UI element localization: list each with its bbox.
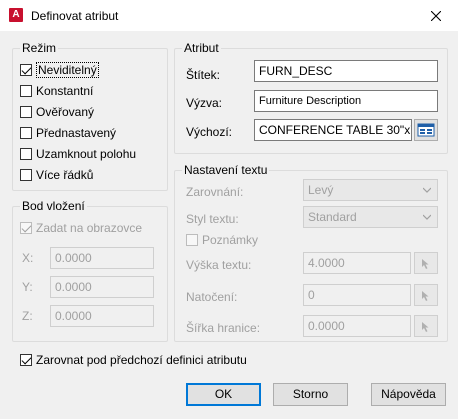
z-label: Z: [22, 309, 33, 323]
checkbox-box[interactable] [20, 127, 32, 139]
mode-legend: Režim [20, 41, 59, 55]
checkbox-box[interactable] [20, 85, 32, 97]
checkbox-box[interactable] [20, 64, 32, 76]
checkbox-box[interactable] [20, 148, 32, 160]
pick-boundary-width-button[interactable] [414, 315, 438, 337]
pick-rotation-button[interactable] [414, 284, 438, 306]
insert-field-icon [417, 123, 435, 137]
checkbox-box[interactable] [20, 354, 32, 366]
help-button[interactable]: Nápověda [371, 383, 446, 406]
chevron-down-icon [423, 187, 431, 193]
prompt-label: Výzva: [186, 96, 223, 110]
checkbox-box[interactable] [20, 169, 32, 181]
specify-on-screen-label: Zadat na obrazovce [36, 221, 143, 235]
close-icon [431, 10, 441, 21]
justification-label: Zarovnání: [186, 185, 244, 199]
checkbox-box[interactable] [186, 234, 198, 246]
constant-checkbox[interactable]: Konstantní [20, 83, 93, 99]
lock-position-label: Uzamknout polohu [36, 147, 137, 161]
pick-point-icon [422, 259, 429, 269]
default-field[interactable]: CONFERENCE TABLE 30"x72" [254, 119, 412, 141]
y-label: Y: [22, 280, 33, 294]
text-style-dropdown[interactable]: Standard [303, 206, 438, 228]
lock-position-checkbox[interactable]: Uzamknout polohu [20, 146, 136, 162]
insertion-point-legend: Bod vložení [20, 199, 87, 213]
insert-field-button[interactable] [414, 119, 438, 141]
justification-value: Levý [308, 183, 334, 197]
x-field[interactable]: 0.0000 [50, 247, 154, 269]
title-bar: A Definovat atribut [0, 0, 458, 31]
constant-label: Konstantní [36, 84, 94, 98]
chevron-down-icon [423, 214, 431, 220]
ok-button[interactable]: OK [186, 383, 261, 406]
align-below-label: Zarovnat pod předchozí definici atributu [36, 353, 247, 367]
close-button[interactable] [414, 0, 458, 31]
text-settings-legend: Nastavení textu [182, 163, 270, 177]
tag-field[interactable]: FURN_DESC [254, 60, 438, 82]
y-field[interactable]: 0.0000 [50, 276, 154, 298]
rotation-label: Natočení: [186, 290, 238, 304]
text-style-value: Standard [308, 210, 357, 224]
preset-checkbox[interactable]: Přednastavený [20, 125, 116, 141]
dialog-title: Definovat atribut [31, 9, 119, 23]
align-below-checkbox[interactable]: Zarovnat pod předchozí definici atributu [20, 352, 247, 368]
multiple-lines-checkbox[interactable]: Více řádků [20, 167, 93, 183]
invisible-label: Neviditelný [36, 62, 99, 78]
justification-dropdown[interactable]: Levý [303, 179, 438, 201]
boundary-width-field[interactable]: 0.0000 [303, 315, 411, 337]
cancel-button[interactable]: Storno [273, 383, 348, 406]
invisible-checkbox[interactable]: Neviditelný [20, 62, 99, 78]
annotative-checkbox[interactable]: Poznámky [186, 232, 258, 248]
checkbox-box[interactable] [20, 222, 32, 234]
specify-on-screen-checkbox[interactable]: Zadat na obrazovce [20, 220, 142, 236]
verify-label: Ověřovaný [36, 105, 95, 119]
x-label: X: [22, 251, 34, 265]
text-height-label: Výška textu: [186, 258, 252, 272]
pick-text-height-button[interactable] [414, 252, 438, 274]
z-field[interactable]: 0.0000 [50, 305, 154, 327]
text-style-label: Styl textu: [186, 212, 239, 226]
preset-label: Přednastavený [36, 126, 117, 140]
verify-checkbox[interactable]: Ověřovaný [20, 104, 94, 120]
autocad-app-icon: A [9, 8, 23, 22]
attribute-legend: Atribut [182, 41, 221, 55]
pick-point-icon [422, 291, 429, 301]
checkbox-box[interactable] [20, 106, 32, 118]
prompt-field[interactable]: Furniture Description [254, 90, 438, 112]
multiple-lines-label: Více řádků [36, 168, 94, 182]
pick-point-icon [422, 322, 429, 332]
default-label: Výchozí: [186, 125, 233, 139]
annotative-label: Poznámky [202, 233, 259, 247]
tag-label: Štítek: [186, 68, 221, 82]
text-height-field[interactable]: 4.0000 [303, 252, 411, 274]
boundary-width-label: Šířka hranice: [186, 321, 261, 335]
rotation-field[interactable]: 0 [303, 284, 411, 306]
